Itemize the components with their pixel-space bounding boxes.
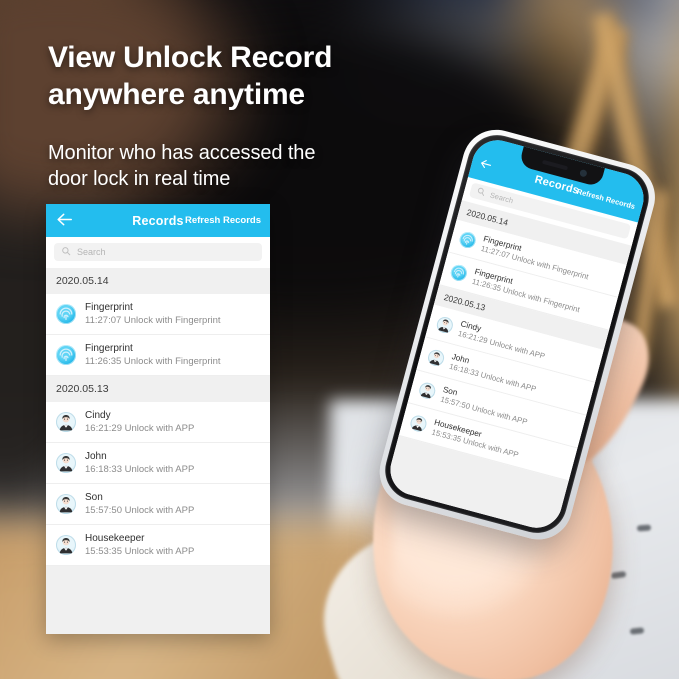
- back-arrow-icon[interactable]: [55, 210, 74, 232]
- fingerprint-icon: [449, 262, 469, 283]
- avatar-icon: [56, 412, 76, 432]
- title-line-1: View Unlock Record: [48, 41, 333, 74]
- avatar-icon: [56, 535, 76, 555]
- record-detail: 16:21:29 Unlock with APP: [85, 423, 195, 434]
- record-row[interactable]: Housekeeper 15:53:35 Unlock with APP: [46, 525, 270, 566]
- records-list[interactable]: 2020.05.14 Fingerprint 11:27:07 Unlock wit…: [46, 268, 270, 566]
- avatar-icon: [417, 380, 438, 401]
- record-row[interactable]: Son 15:57:50 Unlock with APP: [46, 484, 270, 525]
- subtitle-line-2: door lock in real time: [48, 167, 231, 190]
- search-input[interactable]: Search: [54, 243, 262, 261]
- record-detail: 15:53:35 Unlock with APP: [85, 546, 195, 557]
- refresh-records-button[interactable]: Refresh Records: [185, 215, 261, 226]
- record-row[interactable]: Cindy 16:21:29 Unlock with APP: [46, 402, 270, 443]
- record-name: John: [85, 451, 107, 462]
- avatar-icon: [56, 494, 76, 514]
- refresh-records-button[interactable]: Refresh Records: [576, 186, 636, 210]
- avatar-icon: [435, 314, 455, 335]
- record-detail: 15:57:50 Unlock with APP: [85, 505, 195, 516]
- fingerprint-icon: [457, 229, 478, 250]
- record-name: Fingerprint: [85, 343, 133, 354]
- record-row[interactable]: Fingerprint 11:26:35 Unlock with Fingerpr…: [46, 335, 270, 376]
- app-screenshot-panel: Records Refresh Records Search 2020.05.1…: [46, 204, 270, 634]
- record-name: Housekeeper: [85, 533, 145, 544]
- record-name: Fingerprint: [85, 302, 133, 313]
- fingerprint-icon: [56, 304, 76, 324]
- record-detail: 16:18:33 Unlock with APP: [85, 464, 195, 475]
- records-app-panel: Records Refresh Records Search 2020.05.1…: [46, 204, 270, 634]
- title-line-2: anywhere anytime: [48, 77, 305, 111]
- list-empty-area: [46, 566, 270, 634]
- back-arrow-icon[interactable]: [476, 155, 494, 177]
- avatar-icon: [56, 453, 76, 473]
- headline-block: View Unlock Record anywhere anytime Moni…: [48, 40, 468, 192]
- record-row[interactable]: Fingerprint 11:27:07 Unlock with Fingerpr…: [46, 294, 270, 335]
- avatar-icon: [426, 347, 446, 368]
- record-name: Son: [85, 492, 103, 503]
- avatar-icon: [408, 413, 429, 433]
- promo-banner: View Unlock Record anywhere anytime Moni…: [0, 0, 679, 679]
- app-header: Records Refresh Records: [46, 204, 270, 237]
- record-detail: 11:26:35 Unlock with Fingerprint: [85, 356, 221, 367]
- search-bar: Search: [46, 237, 270, 268]
- fingerprint-icon: [56, 345, 76, 365]
- record-detail: 11:27:07 Unlock with Fingerprint: [85, 315, 221, 326]
- search-icon: [61, 246, 71, 258]
- date-group-header: 2020.05.14: [46, 268, 270, 294]
- record-row[interactable]: John 16:18:33 Unlock with APP: [46, 443, 270, 484]
- page-title: View Unlock Record anywhere anytime: [48, 40, 468, 114]
- search-icon: [475, 186, 487, 199]
- page-subtitle: Monitor who has accessed the door lock i…: [48, 140, 468, 192]
- search-placeholder: Search: [77, 247, 106, 257]
- record-name: Cindy: [85, 410, 111, 421]
- subtitle-line-1: Monitor who has accessed the: [48, 141, 316, 164]
- search-placeholder: Search: [488, 190, 515, 206]
- date-group-header: 2020.05.13: [46, 376, 270, 402]
